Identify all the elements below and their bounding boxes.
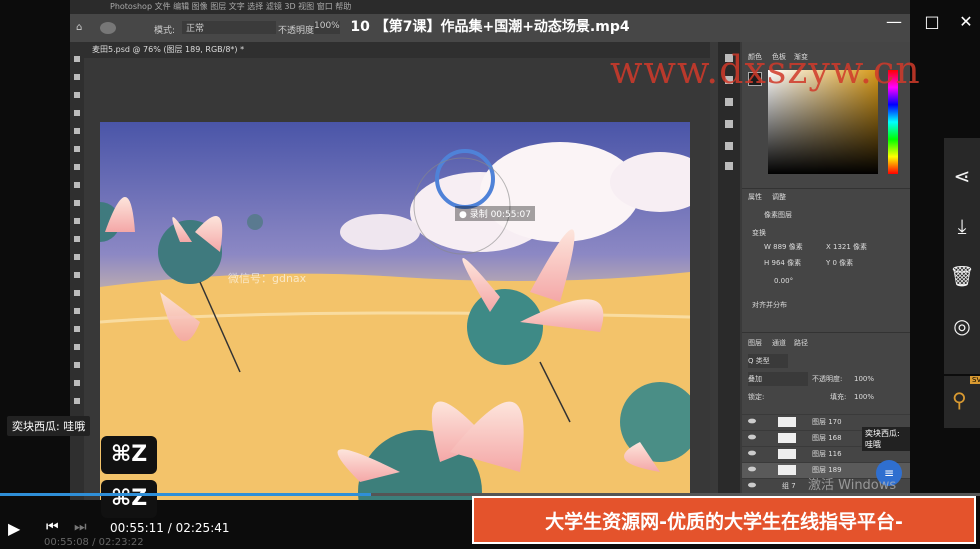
ps-right-panels: 颜色 色板 渐变 属性 调整 像素图层 变换 W 889 像素 X 1321 像…	[742, 42, 910, 500]
x-field[interactable]: X 1321 像素	[826, 240, 896, 254]
layer-thumbnail	[778, 433, 796, 443]
eye-icon[interactable]	[748, 450, 756, 456]
layer-opacity-input[interactable]: 100%	[854, 372, 884, 386]
tab-layers[interactable]: 图层	[748, 338, 762, 348]
next-icon[interactable]: ⏭	[74, 519, 87, 535]
layer-thumbnail	[778, 417, 796, 427]
tab-paths[interactable]: 路径	[794, 338, 808, 348]
danmaku-left: 奕块西瓜: 哇哦	[7, 416, 91, 436]
maximize-button[interactable]: □	[922, 12, 942, 32]
minimize-button[interactable]: —	[884, 12, 904, 32]
layer-thumbnail	[778, 449, 796, 459]
layer-name: 组 7	[782, 482, 796, 490]
progress-fill[interactable]	[0, 493, 372, 496]
embedded-time: 00:55:08 / 02:23:22	[44, 537, 144, 548]
tab-adjustments[interactable]: 调整	[772, 192, 786, 202]
download-icon[interactable]: ⤓	[944, 206, 980, 246]
previous-icon[interactable]: ⏮	[46, 519, 59, 535]
angle-field[interactable]: 0.00°	[774, 274, 814, 288]
eye-icon[interactable]	[748, 434, 756, 440]
eye-icon[interactable]	[748, 482, 756, 488]
ps-menu-text: Photoshop 文件 编辑 图像 图层 文字 选择 滤镜 3D 视图 窗口 …	[110, 2, 352, 11]
video-frame[interactable]: Photoshop 文件 编辑 图像 图层 文字 选择 滤镜 3D 视图 窗口 …	[0, 0, 980, 549]
tab-properties[interactable]: 属性	[748, 192, 762, 202]
share-icon[interactable]: ⋖	[944, 156, 980, 196]
props-type: 像素图层	[764, 211, 792, 219]
eye-icon[interactable]	[748, 418, 756, 424]
pin-panel[interactable]: SV ⚲	[944, 376, 980, 428]
layer-name: 图层 168	[812, 434, 842, 442]
eye-icon[interactable]	[748, 466, 756, 472]
ps-panel-iconbar	[718, 42, 740, 500]
floating-sidebar: ⋖ ⤓ 🗑 ◎	[944, 138, 980, 374]
y-field[interactable]: Y 0 像素	[826, 256, 896, 270]
tab-channels[interactable]: 通道	[772, 338, 786, 348]
fill-label: 填充:	[830, 393, 847, 401]
layer-opacity-label: 不透明度:	[812, 375, 843, 383]
document-tab-label: 麦田5.psd @ 76% (图层 189, RGB/8*) *	[92, 45, 245, 54]
lock-label: 锁定:	[748, 393, 765, 401]
panel-divider	[742, 188, 910, 189]
time-display: 00:55:11 / 02:25:41	[110, 521, 230, 535]
layer-filter-select[interactable]: Q 类型	[748, 354, 788, 368]
pin-icon[interactable]: ⚲	[952, 388, 967, 412]
keystroke-badge: ⌘Z	[101, 480, 157, 518]
current-time: 00:55:11	[110, 521, 164, 535]
artwork-illustration	[100, 122, 690, 500]
close-button[interactable]: ✕	[956, 12, 976, 32]
layer-name: 图层 170	[812, 418, 842, 426]
video-title: 10 【第7课】作品集+国潮+动态场景.mp4	[350, 19, 630, 35]
panel-divider	[742, 332, 910, 333]
ad-banner[interactable]: 大学生资源网-优质的大学生在线指导平台-www.dxszyw.cn	[472, 496, 976, 544]
layer-thumbnail	[778, 465, 796, 475]
duration: 02:25:41	[175, 521, 230, 535]
play-icon[interactable]: ▶	[8, 519, 20, 538]
width-field[interactable]: W 889 像素	[764, 240, 824, 254]
artwork-canvas[interactable]: 微信号：gdnax ● 录制 00:55:07	[100, 122, 690, 500]
site-watermark: www.dxszyw.cn	[610, 48, 921, 92]
fill-input[interactable]: 100%	[854, 390, 884, 404]
layer-name: 图层 116	[812, 450, 842, 458]
rec-badge: ● 录制 00:55:07	[455, 206, 535, 221]
keystroke-badge: ⌘Z	[101, 436, 157, 474]
align-label: 对齐并分布	[752, 301, 787, 309]
transform-label: 变换	[752, 229, 766, 237]
trash-icon[interactable]: 🗑	[944, 256, 980, 296]
time-separator: /	[167, 521, 172, 535]
canvas-area[interactable]: 微信号：gdnax ● 录制 00:55:07	[84, 58, 710, 500]
ps-menubar: Photoshop 文件 编辑 图像 图层 文字 选择 滤镜 3D 视图 窗口 …	[70, 0, 910, 14]
height-field[interactable]: H 964 像素	[764, 256, 824, 270]
sidebar-badge: SV	[970, 376, 980, 384]
blend-mode-select[interactable]: 叠加	[748, 372, 808, 386]
canvas-watermark: 微信号：gdnax	[228, 272, 307, 285]
settings-icon[interactable]: ◎	[944, 306, 980, 346]
windows-activation-watermark: 激活 Windows	[808, 478, 897, 493]
danmaku-right: 奕块西瓜: 哇哦	[862, 427, 910, 451]
